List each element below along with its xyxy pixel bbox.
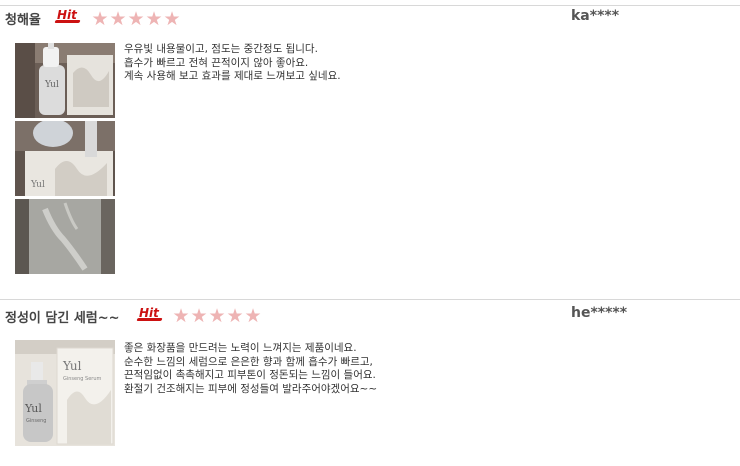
review-photo[interactable]: Yul	[15, 121, 115, 196]
svg-text:Ginseng Serum: Ginseng Serum	[63, 376, 102, 382]
svg-text:Ginseng: Ginseng	[26, 418, 46, 424]
star-icon: ★	[244, 305, 262, 327]
svg-text:Yul: Yul	[30, 180, 45, 190]
review-line: 좋은 화장품을 만드려는 노력이 느껴지는 제품이네요.	[124, 342, 357, 354]
review-line: 우유빛 내용물이고, 점도는 중간정도 됩니다.	[124, 43, 318, 55]
hit-badge-swoosh	[54, 20, 81, 23]
star-icon: ★	[91, 8, 109, 30]
reviewer-name: ka****	[571, 8, 620, 24]
review-photos: Yul Yul	[15, 43, 115, 277]
star-icon: ★	[226, 305, 244, 327]
review-photo[interactable]	[15, 199, 115, 274]
hit-badge-swoosh	[136, 318, 163, 321]
star-icon: ★	[109, 8, 127, 30]
svg-text:Yul: Yul	[62, 359, 82, 373]
reviewer-name: he*****	[571, 305, 628, 321]
review-photo[interactable]: Yul	[15, 43, 115, 118]
rating-stars: ★ ★ ★ ★ ★	[172, 305, 262, 327]
hit-badge-icon: Hit	[54, 8, 81, 23]
review-title[interactable]: 정성이 담긴 세럼~~	[5, 307, 120, 326]
review-photos: Yul Ginseng Serum Yul Ginseng	[15, 340, 115, 449]
star-icon: ★	[163, 8, 181, 30]
review-line: 순수한 느낌의 세럼으로 은은한 향과 함께 흡수가 빠르고,	[124, 355, 373, 368]
review-item: 청해율 Hit ★ ★ ★ ★ ★ ka**** Yul Yul 우유빛 내용물…	[0, 0, 740, 296]
review-line: 끈적임없이 촉촉해지고 피부톤이 정돈되는 느낌이 들어요.	[124, 369, 376, 381]
review-body: 좋은 화장품을 만드려는 노력이 느껴지는 제품이네요. 순수한 느낌의 세럼으…	[124, 342, 377, 396]
star-icon: ★	[145, 8, 163, 30]
svg-text:Yul: Yul	[44, 80, 59, 90]
review-item: 정성이 담긴 세럼~~ Hit ★ ★ ★ ★ ★ he***** Yul Gi…	[0, 300, 740, 466]
star-icon: ★	[208, 305, 226, 327]
review-photo[interactable]: Yul Ginseng Serum Yul Ginseng	[15, 340, 115, 446]
star-icon: ★	[172, 305, 190, 327]
review-title[interactable]: 청해율	[5, 9, 41, 28]
svg-text:Yul: Yul	[24, 402, 42, 415]
review-line: 환절기 건조해지는 피부에 정성들여 발라주어야겠어요~~	[124, 382, 378, 395]
rating-stars: ★ ★ ★ ★ ★	[91, 8, 181, 30]
review-line: 계속 사용해 보고 효과를 제대로 느껴보고 싶네요.	[124, 70, 341, 82]
hit-badge-icon: Hit	[136, 306, 163, 321]
star-icon: ★	[127, 8, 145, 30]
review-body: 우유빛 내용물이고, 점도는 중간정도 됩니다. 흡수가 빠르고 전혀 끈적이지…	[124, 43, 341, 84]
review-line: 흡수가 빠르고 전혀 끈적이지 않아 좋아요.	[124, 56, 309, 69]
star-icon: ★	[190, 305, 208, 327]
